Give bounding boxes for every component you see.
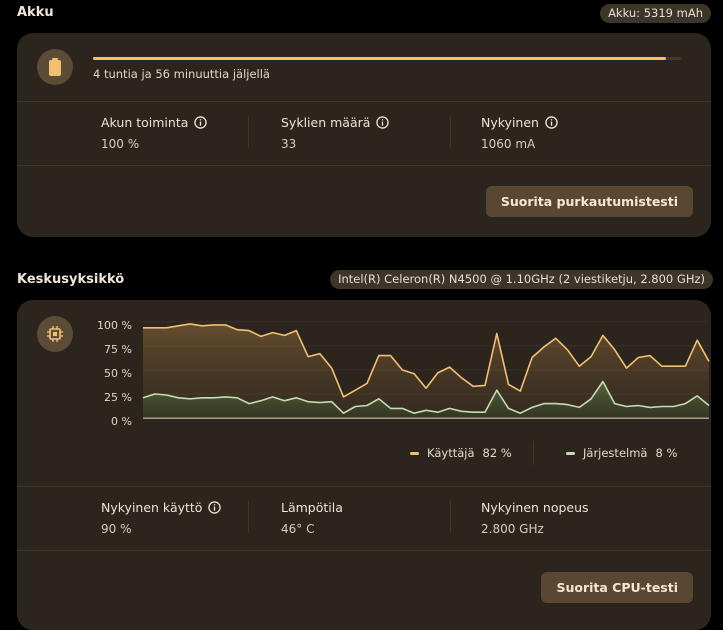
battery-section-title: Akku — [17, 5, 54, 20]
stat-label-text: Lämpötila — [281, 500, 343, 515]
divider — [248, 116, 249, 148]
legend-user-value: 82 % — [482, 446, 512, 460]
cpu-card: 100 % 75 % 50 % 25 % 0 % Käyttäjä 82 % J… — [17, 300, 711, 630]
battery-current-value: 1060 mA — [481, 137, 536, 151]
legend-user-label: Käyttäjä — [427, 446, 475, 460]
divider — [450, 501, 451, 533]
divider — [450, 116, 451, 148]
run-discharge-test-button[interactable]: Suorita purkautumistesti — [485, 186, 693, 217]
info-icon[interactable] — [376, 116, 390, 129]
legend-system-value: 8 % — [655, 446, 678, 460]
divider — [17, 101, 711, 102]
temperature-label: Lämpötila — [281, 500, 343, 515]
battery-capacity-chip: Akku: 5319 mAh — [600, 4, 711, 23]
cpu-section-title: Keskusyksikkö — [17, 272, 125, 287]
cycle-count-value: 33 — [281, 137, 297, 151]
battery-health-label: Akun toiminta — [101, 115, 208, 130]
y-tick-label: 75 % — [104, 343, 132, 356]
stat-label-text: Akun toiminta — [101, 115, 189, 130]
y-tick-label: 50 % — [104, 367, 132, 380]
legend-system: Järjestelmä 8 % — [566, 446, 677, 460]
cycle-count-label: Syklien määrä — [281, 115, 390, 130]
divider — [17, 165, 711, 166]
divider — [248, 501, 249, 533]
y-tick-label: 100 % — [97, 319, 132, 332]
temperature-value: 46° C — [281, 522, 315, 536]
battery-health-value: 100 % — [101, 137, 140, 151]
battery-current-label: Nykyinen — [481, 115, 558, 130]
stat-label-text: Nykyinen käyttö — [101, 500, 203, 515]
battery-icon — [37, 49, 73, 85]
battery-remaining-text: 4 tuntia ja 56 minuuttia jäljellä — [93, 67, 270, 81]
divider — [533, 441, 534, 465]
cpu-model-chip: Intel(R) Celeron(R) N4500 @ 1.10GHz (2 v… — [330, 270, 713, 289]
current-speed-value: 2.800 GHz — [481, 522, 544, 536]
stat-label-text: Syklien määrä — [281, 115, 371, 130]
divider — [17, 486, 711, 487]
divider — [17, 550, 711, 551]
legend-system-label: Järjestelmä — [583, 446, 648, 460]
cpu-chip-icon — [37, 316, 73, 352]
info-icon[interactable] — [208, 501, 222, 514]
legend-swatch-system — [566, 451, 575, 455]
y-tick-label: 25 % — [104, 391, 132, 404]
battery-charge-fill — [93, 57, 667, 60]
legend-user: Käyttäjä 82 % — [410, 446, 512, 460]
stat-label-text: Nykyinen — [481, 115, 539, 130]
info-icon[interactable] — [545, 116, 558, 129]
info-icon[interactable] — [194, 116, 208, 129]
y-tick-label: 0 % — [111, 415, 132, 428]
battery-card: 4 tuntia ja 56 minuuttia jäljellä Akun t… — [17, 33, 711, 237]
battery-charge-bar — [93, 57, 681, 60]
current-speed-label: Nykyinen nopeus — [481, 500, 589, 515]
current-usage-label: Nykyinen käyttö — [101, 500, 222, 515]
run-cpu-test-button[interactable]: Suorita CPU-testi — [541, 572, 693, 603]
cpu-usage-chart — [142, 321, 710, 419]
stat-label-text: Nykyinen nopeus — [481, 500, 589, 515]
legend-swatch-user — [410, 451, 419, 455]
current-usage-value: 90 % — [101, 522, 132, 536]
